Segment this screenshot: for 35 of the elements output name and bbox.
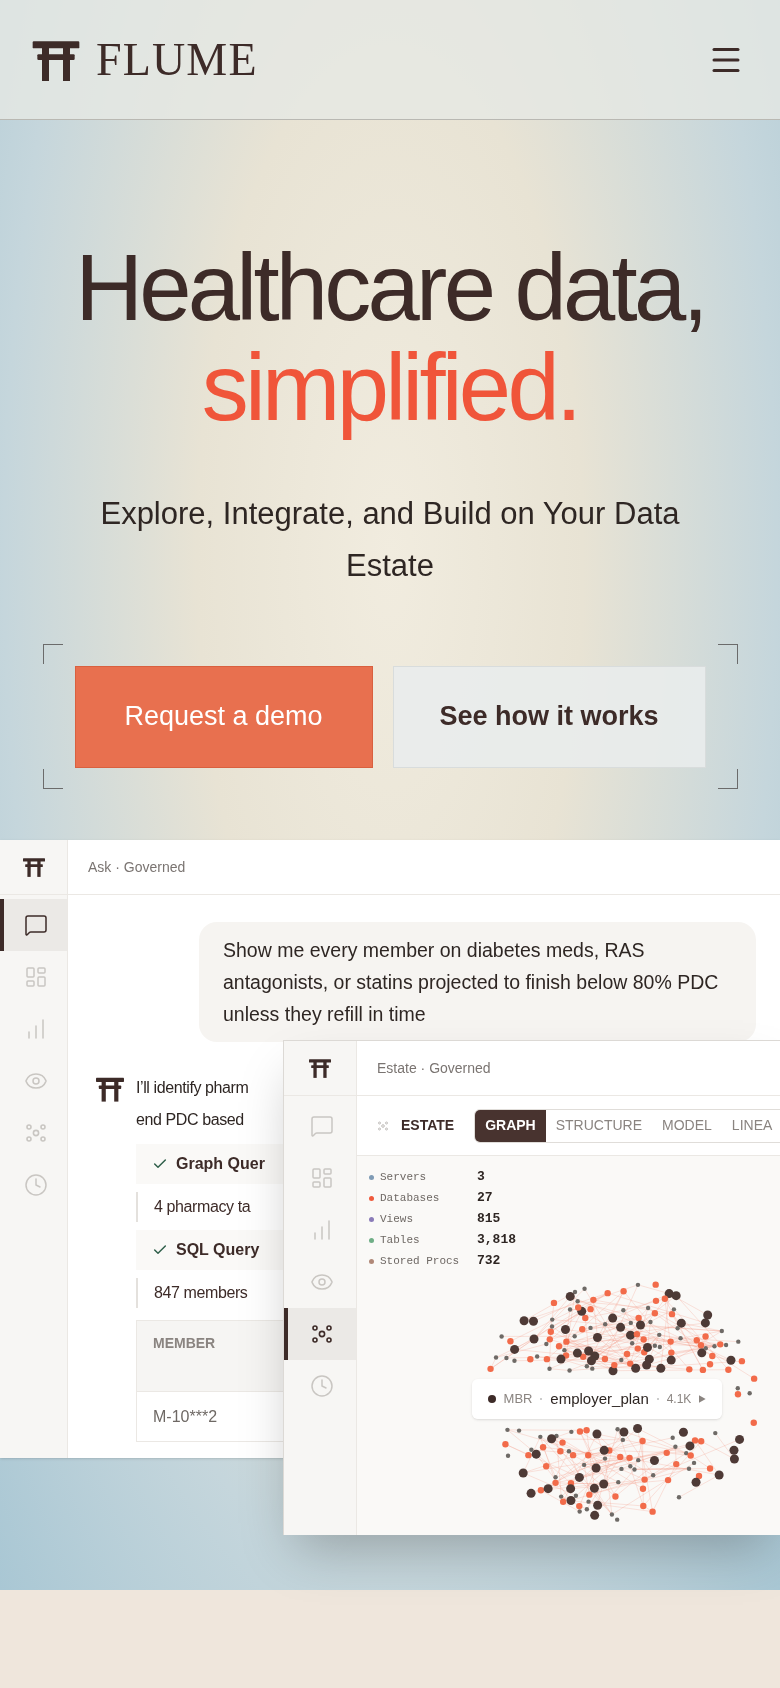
request-demo-button[interactable]: Request a demo bbox=[74, 665, 373, 768]
stat-value: 3 bbox=[477, 1168, 485, 1187]
answer-text: I’ll identify pharm bbox=[136, 1078, 250, 1098]
stat-value: 732 bbox=[477, 1252, 501, 1271]
how-it-works-button[interactable]: See how it works bbox=[392, 665, 706, 768]
step-result: 4 pharmacy ta bbox=[154, 1197, 251, 1217]
step-title: SQL Query bbox=[176, 1240, 260, 1260]
step-title: Graph Quer bbox=[176, 1154, 265, 1174]
step-result: 847 members bbox=[154, 1283, 248, 1303]
stat-label: Stored Procs bbox=[380, 1253, 461, 1269]
stat-label: Tables bbox=[380, 1232, 421, 1248]
stat-value: 27 bbox=[477, 1189, 493, 1208]
table-cell-text: M-10***2 bbox=[153, 1406, 218, 1427]
stat-value: 815 bbox=[477, 1210, 501, 1229]
view-tab[interactable]: STRUCTURE bbox=[545, 1109, 653, 1142]
stat-label: Databases bbox=[380, 1190, 441, 1206]
section-title: ESTATE bbox=[401, 1116, 455, 1135]
column-header: MEMBER bbox=[137, 1321, 285, 1391]
hero-title-accent: simplified. bbox=[201, 338, 579, 438]
panel-title: Estate · Governed bbox=[377, 1058, 491, 1078]
answer-text: end PDC based bbox=[136, 1110, 245, 1130]
view-tab[interactable]: MODEL bbox=[652, 1109, 722, 1142]
view-tab[interactable]: GRAPH bbox=[475, 1109, 546, 1142]
stat-label: Servers bbox=[380, 1169, 428, 1185]
hero-title: Healthcare data, bbox=[75, 238, 705, 338]
hero-subtitle: Explore, Integrate, and Build on Your Data Estate bbox=[99, 495, 681, 585]
user-message-bubble: Show me every member on diabetes meds, RAS antagonists, or statins projected to finish below 80% PDC unless they refill in time bbox=[199, 922, 756, 1042]
node-name: employer_plan bbox=[550, 1388, 649, 1409]
node-type: MBR bbox=[503, 1390, 533, 1409]
stat-label: Views bbox=[380, 1211, 414, 1227]
node-count: 4.1K bbox=[666, 1391, 692, 1408]
panel-title: Ask · Governed bbox=[88, 857, 186, 877]
brand-name: FLUME bbox=[96, 33, 258, 87]
view-tab[interactable]: LINEA bbox=[721, 1109, 780, 1142]
stat-value: 3,818 bbox=[477, 1231, 516, 1250]
